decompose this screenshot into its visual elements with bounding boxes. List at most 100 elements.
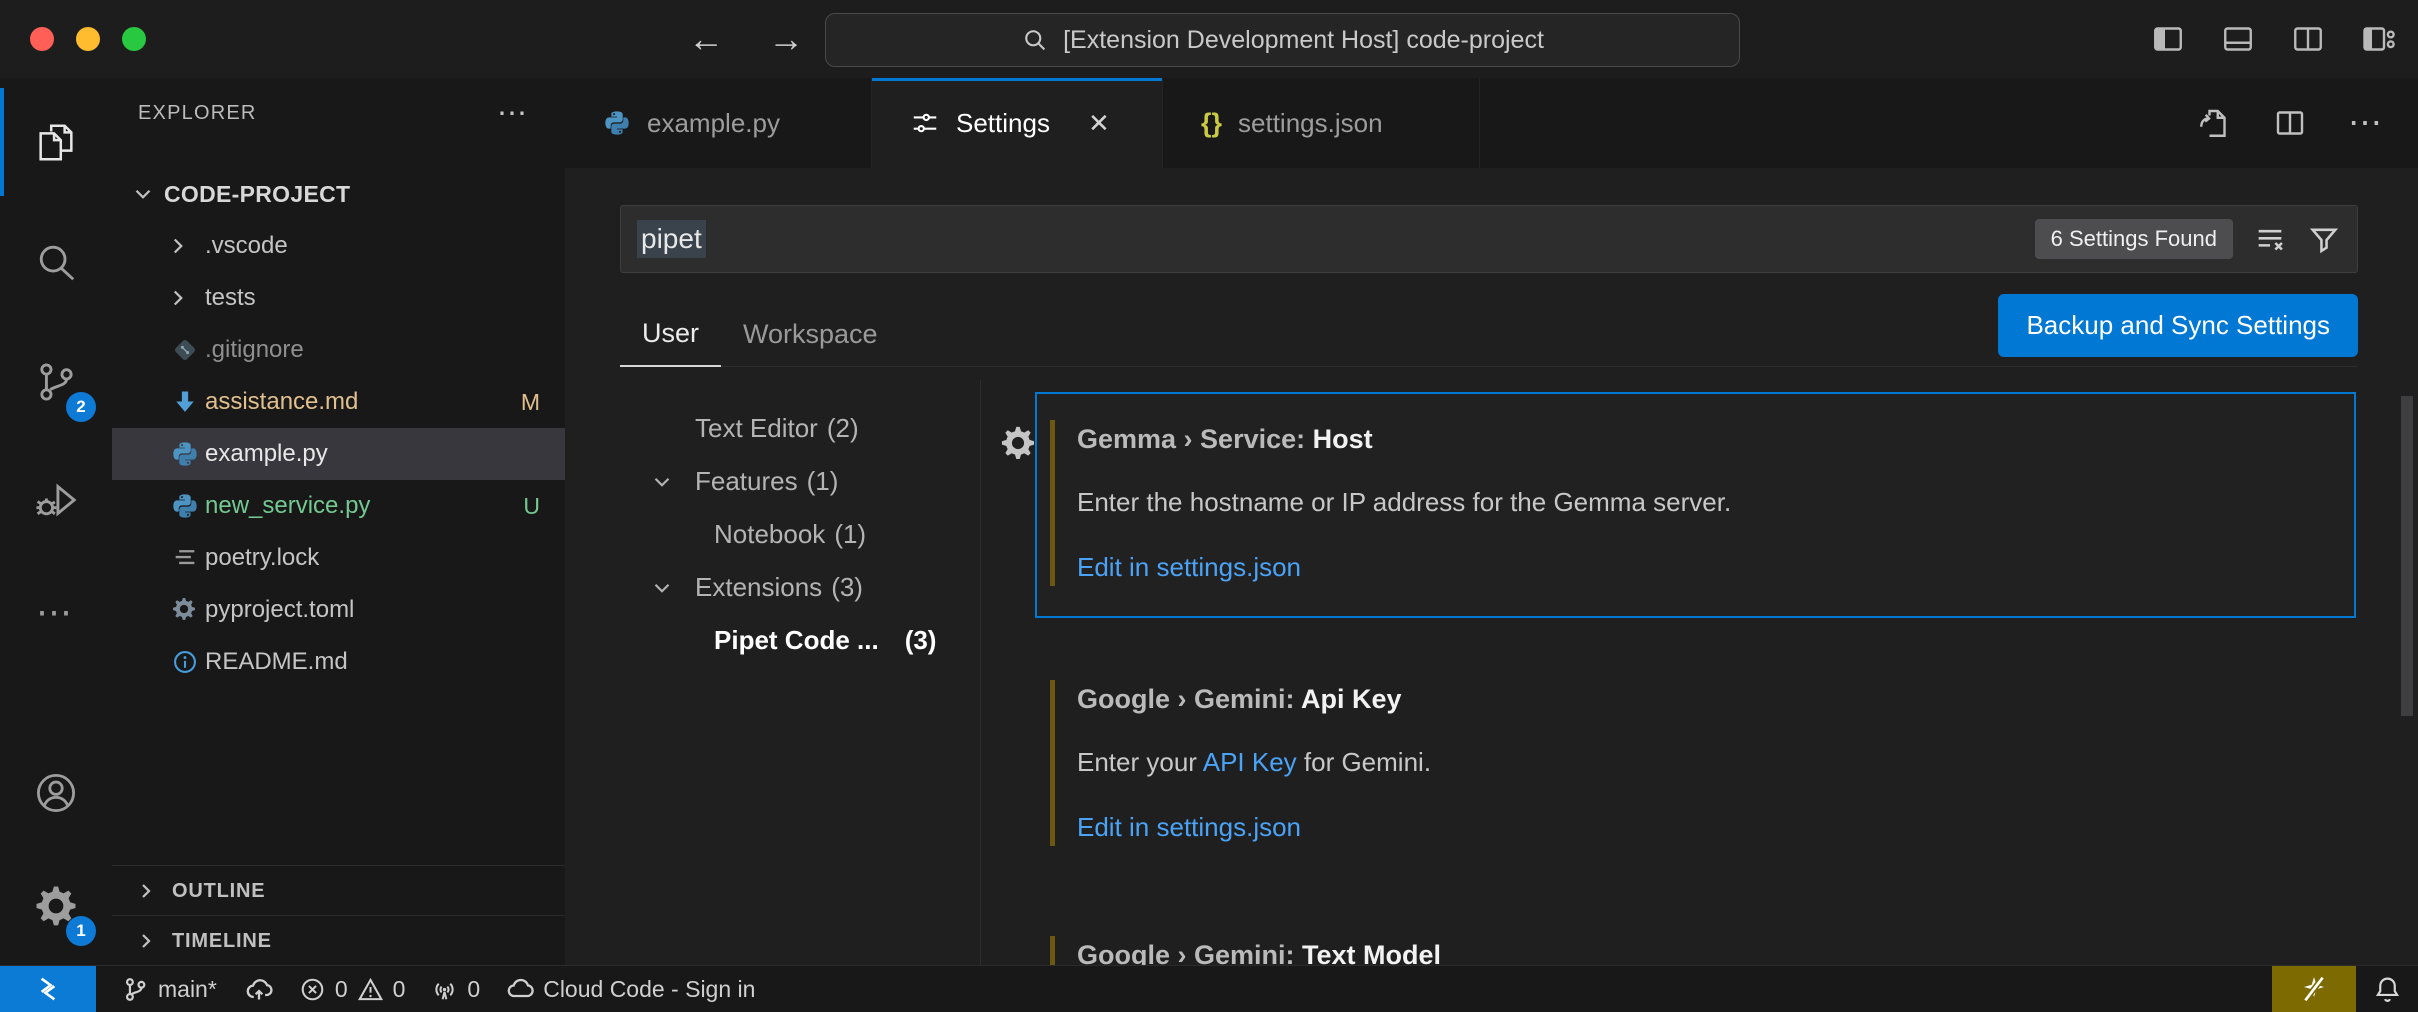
minimize-window-button[interactable] (76, 27, 100, 51)
filter-icon[interactable] (2307, 222, 2341, 256)
tab-settings-json[interactable]: {} settings.json (1163, 78, 1480, 168)
setting-title: Gemma › Service: Host (1077, 422, 2330, 456)
split-editor-icon[interactable] (2272, 105, 2308, 141)
settings-body: Text Editor (2) Features (1) Notebook (1… (565, 380, 2418, 966)
problems-status-item[interactable]: 0 0 (299, 976, 406, 1003)
setting-title: Google › Gemini: Api Key (1077, 682, 2330, 716)
json-braces-icon: {} (1201, 108, 1222, 139)
branch-status-item[interactable]: main* (122, 975, 273, 1003)
tree-item-tests[interactable]: tests (112, 272, 565, 324)
setting-google-gemini-text-model[interactable]: Google › Gemini: Text Model (1035, 908, 2356, 966)
modified-indicator (1050, 936, 1055, 966)
settings-gear-icon[interactable]: 1 (0, 850, 112, 962)
python-file-icon (603, 109, 631, 137)
toc-text-editor[interactable]: Text Editor (2) (565, 402, 980, 455)
edit-in-settings-json-link[interactable]: Edit in settings.json (1077, 550, 2330, 584)
chevron-right-icon (165, 233, 191, 259)
ports-status-item[interactable]: 0 (431, 976, 480, 1003)
setting-title: Google › Gemini: Text Model (1077, 938, 2330, 966)
explorer-activity-icon[interactable] (0, 86, 112, 198)
scm-badge: 2 (66, 392, 96, 422)
zoom-window-button[interactable] (122, 27, 146, 51)
radio-tower-icon (431, 976, 458, 1003)
status-bar: main* 0 0 0 (0, 965, 2418, 1012)
explorer-title: EXPLORER (138, 102, 257, 125)
chevron-right-icon (134, 879, 158, 903)
toc-extensions[interactable]: Extensions (3) (565, 561, 980, 614)
tree-item-gitignore[interactable]: .gitignore (112, 324, 565, 376)
file-tree: CODE-PROJECT .vscode tests .gitignore (112, 168, 565, 688)
sliders-icon (910, 108, 940, 138)
notifications-item[interactable] (2356, 966, 2418, 1012)
forward-icon[interactable]: → (768, 18, 804, 60)
edit-in-settings-json-link[interactable]: Edit in settings.json (1077, 810, 2330, 844)
title-bar: ← → [Extension Development Host] code-pr… (0, 0, 2418, 78)
tree-root[interactable]: CODE-PROJECT (112, 168, 565, 220)
tab-example-py[interactable]: example.py (565, 78, 872, 168)
api-key-link[interactable]: API Key (1203, 747, 1297, 777)
close-tab-icon[interactable]: ✕ (1088, 108, 1110, 139)
git-branch-icon (122, 976, 149, 1003)
search-activity-icon[interactable] (0, 206, 112, 318)
timeline-section[interactable]: TIMELINE (112, 915, 565, 966)
toggle-secondary-sidebar-icon[interactable] (2290, 21, 2326, 57)
command-center[interactable]: [Extension Development Host] code-projec… (825, 13, 1740, 67)
outline-section[interactable]: OUTLINE (112, 865, 565, 916)
tree-item-readme-md[interactable]: README.md (112, 636, 565, 688)
toc-pipet-code[interactable]: Pipet Code ... (3) (565, 614, 980, 667)
source-control-activity-icon[interactable]: 2 (0, 326, 112, 438)
toggle-primary-sidebar-icon[interactable] (2150, 21, 2186, 57)
tree-item-example-py[interactable]: example.py (112, 428, 565, 480)
chevron-down-icon (649, 469, 675, 495)
explorer-more-icon[interactable]: ⋯ (497, 96, 529, 131)
open-settings-json-icon[interactable] (2196, 105, 2232, 141)
settings-scope-bar: User Workspace Backup and Sync Settings (620, 301, 2358, 367)
bell-icon (2373, 975, 2402, 1004)
scope-tab-workspace[interactable]: Workspace (721, 319, 900, 366)
clear-search-results-icon[interactable] (2253, 222, 2287, 256)
settings-scrollbar[interactable] (2401, 396, 2413, 716)
toggle-panel-icon[interactable] (2220, 21, 2256, 57)
tree-item-pyproject-toml[interactable]: pyproject.toml (112, 584, 565, 636)
gear-badge: 1 (66, 916, 96, 946)
copilot-disabled-item[interactable] (2272, 966, 2356, 1012)
python-file-icon (171, 440, 199, 468)
modified-indicator (1050, 420, 1055, 586)
explorer-sidebar: EXPLORER ⋯ CODE-PROJECT .vscode tests (112, 78, 566, 966)
settings-search-value: pipet (637, 220, 706, 258)
run-debug-activity-icon[interactable] (0, 444, 112, 556)
backup-sync-button[interactable]: Backup and Sync Settings (1998, 294, 2358, 357)
scope-tab-user[interactable]: User (620, 318, 721, 367)
python-file-icon (171, 492, 199, 520)
toc-features[interactable]: Features (1) (565, 455, 980, 508)
setting-google-gemini-api-key[interactable]: Google › Gemini: Api Key Enter your API … (1035, 652, 2356, 878)
tree-item-vscode[interactable]: .vscode (112, 220, 565, 272)
editor-more-actions-icon[interactable]: ⋯ (2348, 103, 2384, 143)
vscode-window: ← → [Extension Development Host] code-pr… (0, 0, 2418, 1012)
cloud-code-status-item[interactable]: Cloud Code - Sign in (506, 975, 755, 1003)
toc-notebook[interactable]: Notebook (1) (565, 508, 980, 561)
tree-item-poetry-lock[interactable]: poetry.lock (112, 532, 565, 584)
remote-indicator[interactable] (0, 966, 96, 1012)
tree-item-assistance-md[interactable]: assistance.md M (112, 376, 565, 428)
chevron-down-icon (649, 575, 675, 601)
git-status-badge: U (523, 493, 540, 520)
publish-changes-icon[interactable] (245, 975, 273, 1003)
more-views-icon[interactable]: ⋯ (0, 556, 112, 668)
close-window-button[interactable] (30, 27, 54, 51)
customize-layout-icon[interactable] (2360, 21, 2396, 57)
setting-gemma-service-host[interactable]: Gemma › Service: Host Enter the hostname… (1035, 392, 2356, 618)
setting-description: Enter the hostname or IP address for the… (1077, 485, 2330, 519)
tab-settings[interactable]: Settings ✕ (872, 78, 1163, 168)
tree-item-new-service-py[interactable]: new_service.py U (112, 480, 565, 532)
back-icon[interactable]: ← (688, 18, 724, 60)
git-file-icon (171, 336, 199, 364)
results-count-badge: 6 Settings Found (2035, 219, 2233, 259)
chevron-right-icon (165, 285, 191, 311)
settings-search-input[interactable]: pipet 6 Settings Found (620, 205, 2358, 273)
error-icon (299, 976, 326, 1003)
settings-editor: pipet 6 Settings Found User Workspace Ba… (565, 168, 2418, 966)
git-status-badge: M (521, 389, 540, 416)
accounts-icon[interactable] (0, 737, 112, 849)
cloud-icon (506, 975, 534, 1003)
